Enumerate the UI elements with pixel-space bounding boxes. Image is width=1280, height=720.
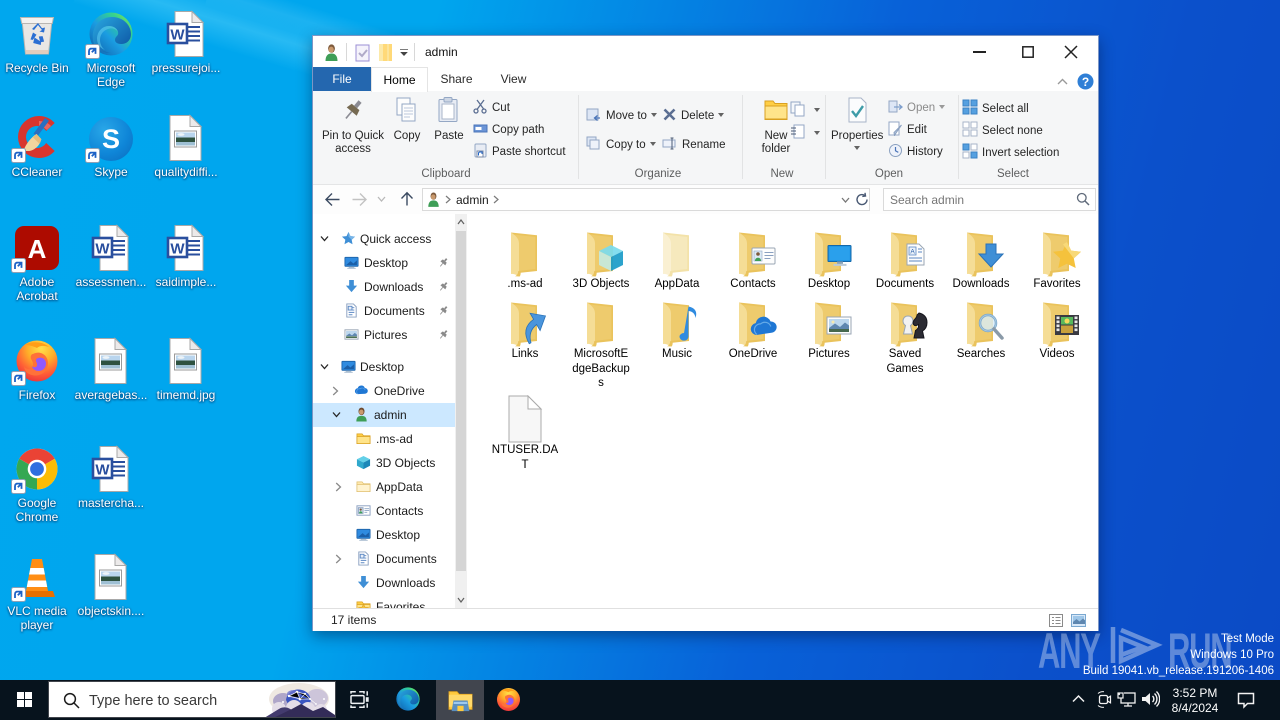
svg-text:W: W	[170, 27, 185, 44]
svg-text:A: A	[28, 234, 47, 264]
svg-text:A: A	[910, 249, 915, 256]
svg-text:W: W	[95, 241, 110, 258]
svg-text:S: S	[102, 124, 120, 154]
svg-text:W: W	[95, 462, 110, 479]
svg-text:W: W	[170, 241, 185, 258]
svg-text:?: ?	[1082, 75, 1089, 89]
